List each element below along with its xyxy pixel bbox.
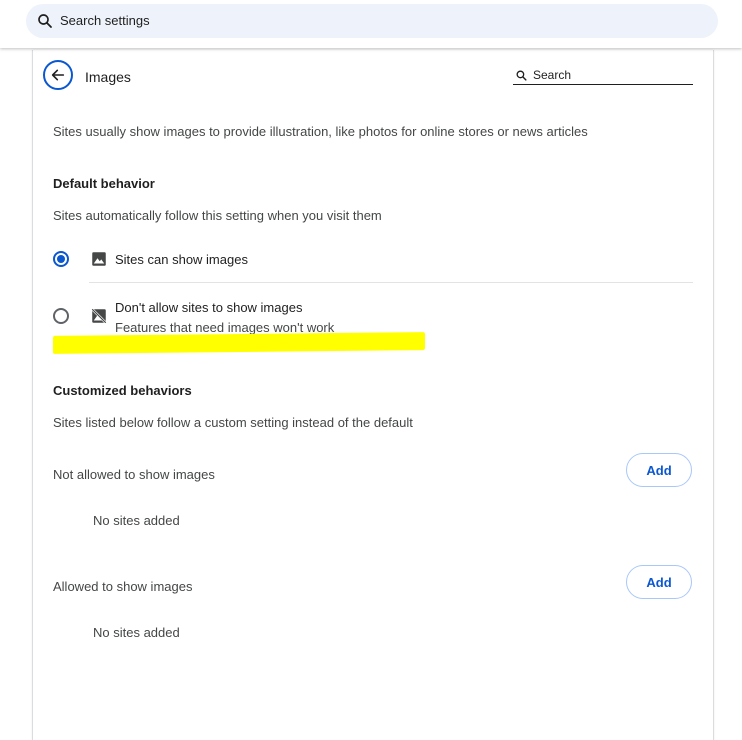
add-allowed-button[interactable]: Add <box>626 565 692 599</box>
intro-text: Sites usually show images to provide ill… <box>53 124 588 139</box>
radio-block-images[interactable] <box>53 308 69 324</box>
customized-behaviors-heading: Customized behaviors <box>53 383 192 398</box>
image-off-icon <box>91 308 107 324</box>
search-settings-bar[interactable]: Search settings <box>26 4 718 38</box>
allowed-empty-text: No sites added <box>93 625 180 640</box>
search-icon <box>38 14 52 28</box>
settings-card: Images Search Sites usually show images … <box>32 50 714 740</box>
default-behavior-description: Sites automatically follow this setting … <box>53 208 382 223</box>
search-icon <box>516 70 527 81</box>
default-behavior-heading: Default behavior <box>53 176 155 191</box>
allowed-list-label: Allowed to show images <box>53 579 193 594</box>
option-divider <box>89 282 693 283</box>
search-placeholder: Search <box>533 68 572 82</box>
option-label: Don't allow sites to show images <box>115 300 303 315</box>
option-allow-images[interactable]: Sites can show images <box>53 246 693 276</box>
top-bar: Search settings <box>0 0 742 48</box>
radio-allow-images[interactable] <box>53 251 69 267</box>
back-button[interactable] <box>43 60 73 90</box>
arrow-back-icon <box>51 69 65 81</box>
search-settings-placeholder: Search settings <box>60 13 150 28</box>
option-block-images[interactable]: Don't allow sites to show images Feature… <box>53 294 693 335</box>
highlight-mark <box>53 332 425 354</box>
add-not-allowed-button[interactable]: Add <box>626 453 692 487</box>
not-allowed-empty-text: No sites added <box>93 513 180 528</box>
image-icon <box>92 252 106 266</box>
page-title: Images <box>85 69 131 85</box>
not-allowed-list-label: Not allowed to show images <box>53 467 215 482</box>
option-label: Sites can show images <box>115 252 248 267</box>
customized-behaviors-description: Sites listed below follow a custom setti… <box>53 415 413 430</box>
search-input[interactable]: Search <box>513 66 693 85</box>
